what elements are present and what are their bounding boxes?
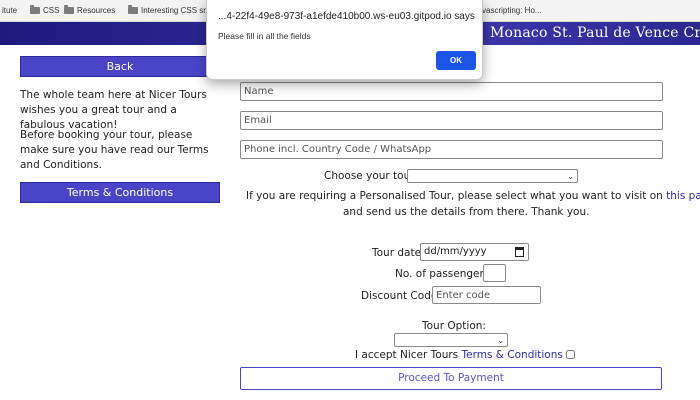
bookmark-label: itute xyxy=(2,6,18,15)
back-button[interactable]: Back xyxy=(20,56,220,77)
accept-terms-row: I accept Nicer Tours Terms & Conditions xyxy=(355,349,575,361)
calendar-icon[interactable] xyxy=(515,247,524,257)
passengers-label: No. of passengers: xyxy=(395,268,493,280)
chevron-down-icon: ⌄ xyxy=(497,336,504,345)
email-field[interactable] xyxy=(240,111,663,130)
this-page-link[interactable]: this page xyxy=(666,190,700,202)
accept-terms-text: I accept Nicer Tours xyxy=(355,349,462,361)
bookmark-label: vascripting: Ho... xyxy=(482,6,542,15)
personalised-text-part: If you are requiring a Personalised Tour… xyxy=(246,190,667,202)
proceed-to-payment-button[interactable]: Proceed To Payment xyxy=(240,367,662,390)
alert-dialog: ...4-22f4-49e8-973f-a1efde410b00.ws-eu03… xyxy=(206,0,483,80)
dialog-message: Please fill in all the fields xyxy=(218,31,311,41)
name-field[interactable] xyxy=(240,82,663,101)
phone-field[interactable] xyxy=(240,140,663,159)
accept-terms-checkbox[interactable] xyxy=(565,350,575,359)
bookmark-folder-resources[interactable]: Resources xyxy=(64,5,116,15)
dialog-ok-button[interactable]: OK xyxy=(436,51,476,70)
passengers-input[interactable] xyxy=(483,264,506,282)
discount-code-label: Discount Code: xyxy=(361,290,441,302)
folder-icon xyxy=(64,5,74,14)
tour-option-select[interactable]: ⌄ xyxy=(394,333,508,347)
intro-text: The whole team here at Nicer Tours wishe… xyxy=(20,89,207,131)
bookmark-label: Interesting CSS sn xyxy=(141,6,208,15)
folder-icon xyxy=(30,5,40,14)
accept-terms-link[interactable]: Terms & Conditions xyxy=(462,349,563,361)
personalised-tour-text: If you are requiring a Personalised Tour… xyxy=(246,190,700,202)
bookmark-label: CSS xyxy=(43,6,60,15)
folder-icon xyxy=(128,5,138,14)
banner-nav-text: Monaco St. Paul de Vence Cred xyxy=(490,25,700,41)
bookmark-folder-css-snippets[interactable]: Interesting CSS sn xyxy=(128,5,208,15)
tour-date-placeholder: dd/mm/yyyy xyxy=(424,246,487,257)
bookmark-item-javascripting[interactable]: vascripting: Ho... xyxy=(482,6,542,15)
choose-tour-label: Choose your tour: xyxy=(324,170,418,182)
terms-note-text: Before booking your tour, please make su… xyxy=(20,129,209,171)
dialog-title: ...4-22f4-49e8-973f-a1efde410b00.ws-eu03… xyxy=(218,11,475,22)
terms-conditions-button[interactable]: Terms & Conditions xyxy=(20,182,220,203)
tour-option-label: Tour Option: xyxy=(422,320,486,332)
personalised-tour-text-line2: and send us the details from there. Than… xyxy=(343,206,590,218)
tour-date-input[interactable]: dd/mm/yyyy xyxy=(420,243,529,261)
bookmark-item[interactable]: itute xyxy=(2,6,17,15)
tour-date-label: Tour date: xyxy=(372,247,425,259)
chevron-down-icon: ⌄ xyxy=(567,172,574,181)
discount-code-input[interactable] xyxy=(432,286,541,304)
bookmark-label: Resources xyxy=(77,6,116,15)
bookmark-folder-css[interactable]: CSS xyxy=(30,5,60,15)
choose-tour-select[interactable]: ⌄ xyxy=(407,169,578,183)
